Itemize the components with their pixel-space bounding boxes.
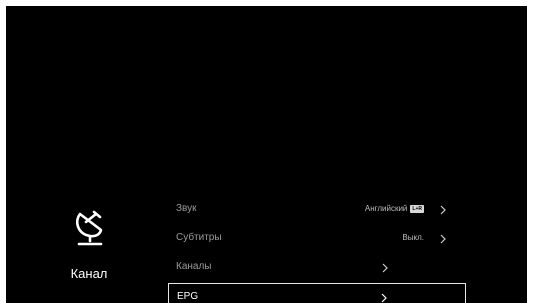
- menu-item-label: Каналы: [176, 261, 212, 272]
- chevron-right-icon: [440, 234, 446, 244]
- chevron-right-icon: [382, 263, 388, 273]
- settings-menu: Звук Английский L+R Субтитры Выкл. Канал…: [168, 196, 466, 303]
- menu-item-label: EPG: [177, 291, 199, 302]
- category-label: Канал: [70, 266, 108, 281]
- subtitles-value: Выкл.: [402, 233, 424, 242]
- satellite-dish-icon: [76, 210, 103, 246]
- sound-language-value: Английский: [364, 204, 408, 213]
- menu-item-sound[interactable]: Звук Английский L+R: [168, 196, 466, 224]
- menu-item-label: Звук: [176, 203, 197, 214]
- tv-screen: Канал Звук Английский L+R Субтитры Выкл.…: [6, 6, 527, 303]
- menu-item-subtitles[interactable]: Субтитры Выкл.: [168, 225, 466, 253]
- menu-item-label: Субтитры: [176, 232, 222, 243]
- audio-channel-badge: L+R: [410, 204, 424, 213]
- category-panel: Канал: [54, 206, 144, 296]
- sound-value: Английский L+R: [365, 204, 424, 213]
- chevron-right-icon: [381, 293, 387, 303]
- menu-item-channels[interactable]: Каналы: [168, 254, 466, 282]
- menu-item-epg[interactable]: EPG: [168, 283, 466, 303]
- chevron-right-icon: [440, 205, 446, 215]
